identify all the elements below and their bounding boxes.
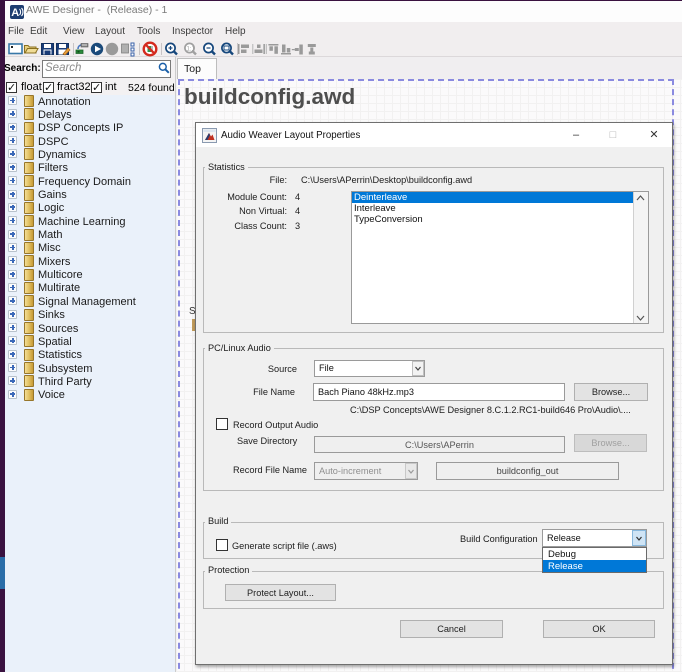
svg-text:A: A	[11, 7, 19, 19]
